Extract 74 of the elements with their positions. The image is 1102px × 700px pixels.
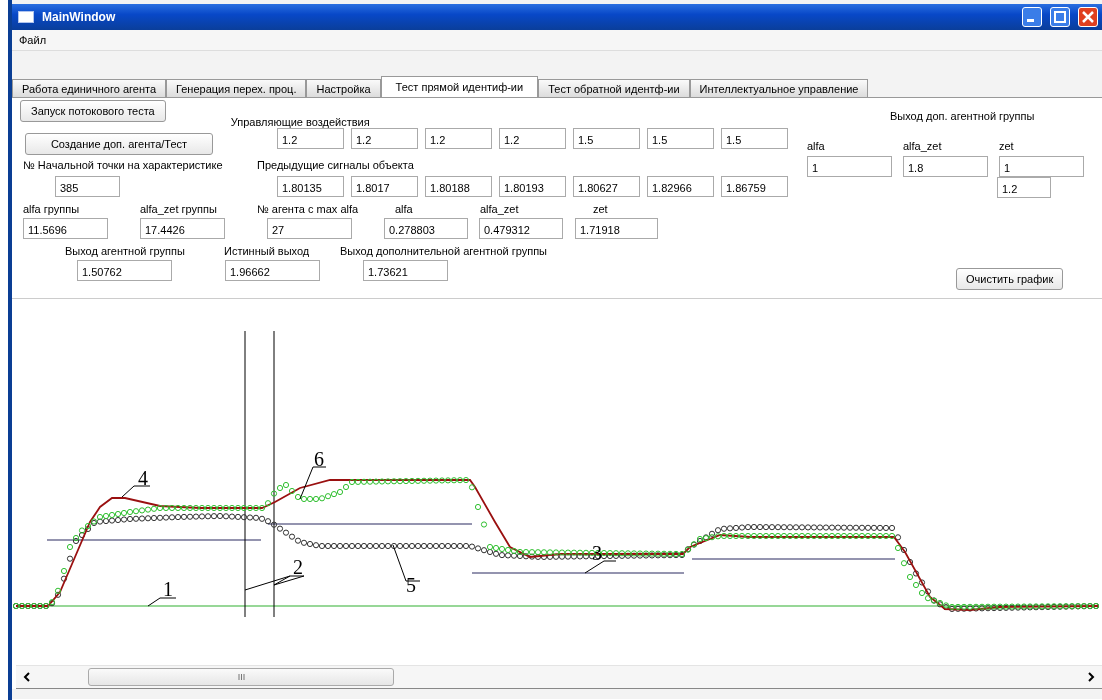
input-field[interactable]: 1.2 bbox=[997, 177, 1051, 198]
tab[interactable]: Генерация перех. проц. bbox=[166, 79, 307, 97]
tab[interactable]: Интеллектуальное управление bbox=[689, 79, 869, 97]
input-field[interactable]: 1 bbox=[999, 156, 1084, 177]
input-field[interactable]: 1.8017 bbox=[351, 176, 418, 197]
scrollbar-thumb[interactable] bbox=[88, 668, 394, 686]
input-field[interactable]: 1.50762 bbox=[77, 260, 172, 281]
input-field[interactable]: 1.2 bbox=[425, 128, 492, 149]
input-field[interactable]: 1.73621 bbox=[363, 260, 448, 281]
curve-number-label: 5 bbox=[406, 574, 416, 596]
input-field[interactable]: 1.2 bbox=[499, 128, 566, 149]
field-label: № Начальной точки на характеристике bbox=[23, 159, 224, 173]
group-title: Выход доп. агентной группы bbox=[890, 110, 1035, 122]
curve-number-label: 1 bbox=[163, 578, 173, 600]
scroll-right-icon[interactable] bbox=[1086, 672, 1096, 682]
input-field[interactable]: 27 bbox=[267, 218, 352, 239]
minimize-icon[interactable] bbox=[1022, 7, 1042, 27]
create-agent-button[interactable]: Создание доп. агента/Тест bbox=[25, 133, 213, 155]
field-label: Предыдущие сигналы объекта bbox=[257, 159, 414, 173]
field-label: alfa группы bbox=[23, 203, 80, 215]
leader-line bbox=[299, 466, 327, 500]
field-label: alfa_zet bbox=[480, 203, 519, 215]
input-field[interactable]: 0.278803 bbox=[384, 218, 468, 239]
input-field[interactable]: 17.4426 bbox=[140, 218, 225, 239]
input-field[interactable]: 1.80627 bbox=[573, 176, 640, 197]
field-label: Истинный выход bbox=[224, 245, 310, 257]
field-label: zet bbox=[593, 203, 608, 215]
input-field[interactable]: 1.86759 bbox=[721, 176, 788, 197]
input-field[interactable]: 0.479312 bbox=[479, 218, 563, 239]
curve-number-label: 2 bbox=[293, 556, 303, 578]
window-icon bbox=[18, 11, 34, 23]
menu-item[interactable]: Файл bbox=[16, 32, 50, 48]
field-label: Выход дополнительной агентной группы bbox=[340, 245, 548, 257]
leader-line bbox=[244, 575, 305, 591]
field-label: zet bbox=[999, 140, 1014, 152]
input-field[interactable]: 1.96662 bbox=[225, 260, 320, 281]
input-field[interactable]: 1.80135 bbox=[277, 176, 344, 197]
tab[interactable]: Настройка bbox=[306, 79, 381, 97]
scroll-left-icon[interactable] bbox=[22, 672, 32, 682]
tab[interactable]: Работа единичного агента bbox=[12, 79, 166, 97]
curve-number-label: 6 bbox=[314, 448, 324, 470]
window-title: MainWindow bbox=[42, 10, 117, 24]
leader-line bbox=[121, 485, 151, 498]
input-field[interactable]: 1.5 bbox=[573, 128, 640, 149]
tab[interactable]: Тест обратной идентф-ии bbox=[538, 79, 690, 97]
field-label: № агента с max alfa bbox=[257, 203, 359, 215]
input-field[interactable]: 1.71918 bbox=[575, 218, 658, 239]
input-field[interactable]: 1.8 bbox=[903, 156, 988, 177]
start-test-button[interactable]: Запуск потокового теста bbox=[20, 100, 166, 122]
input-field[interactable]: 1.5 bbox=[721, 128, 788, 149]
curve-number-label: 3 bbox=[592, 542, 602, 564]
tab[interactable]: Тест прямой идентиф-ии bbox=[380, 76, 539, 97]
field-label: Выход агентной группы bbox=[65, 245, 185, 257]
input-field[interactable]: 1 bbox=[807, 156, 892, 177]
field-label: Управляющие воздействия bbox=[230, 116, 370, 128]
field-label: alfa_zet bbox=[903, 140, 942, 152]
field-label: alfa bbox=[395, 203, 413, 215]
leader-line bbox=[147, 597, 177, 607]
input-field[interactable]: 1.2 bbox=[351, 128, 418, 149]
input-field[interactable]: 1.80193 bbox=[499, 176, 566, 197]
input-field[interactable]: 1.80188 bbox=[425, 176, 492, 197]
input-field[interactable]: 1.82966 bbox=[647, 176, 714, 197]
close-icon[interactable] bbox=[1078, 7, 1098, 27]
field-label: alfa bbox=[807, 140, 825, 152]
clear-chart-button[interactable]: Очистить график bbox=[956, 268, 1064, 290]
input-field[interactable]: 11.5696 bbox=[23, 218, 108, 239]
leader-line bbox=[584, 560, 617, 574]
input-field[interactable]: 1.2 bbox=[277, 128, 344, 149]
curve-number-label: 4 bbox=[138, 467, 148, 489]
grip-icon bbox=[237, 674, 245, 680]
maximize-icon[interactable] bbox=[1050, 7, 1070, 27]
input-field[interactable]: 385 bbox=[55, 176, 120, 197]
field-label: alfa_zet группы bbox=[140, 203, 217, 215]
input-field[interactable]: 1.5 bbox=[647, 128, 714, 149]
